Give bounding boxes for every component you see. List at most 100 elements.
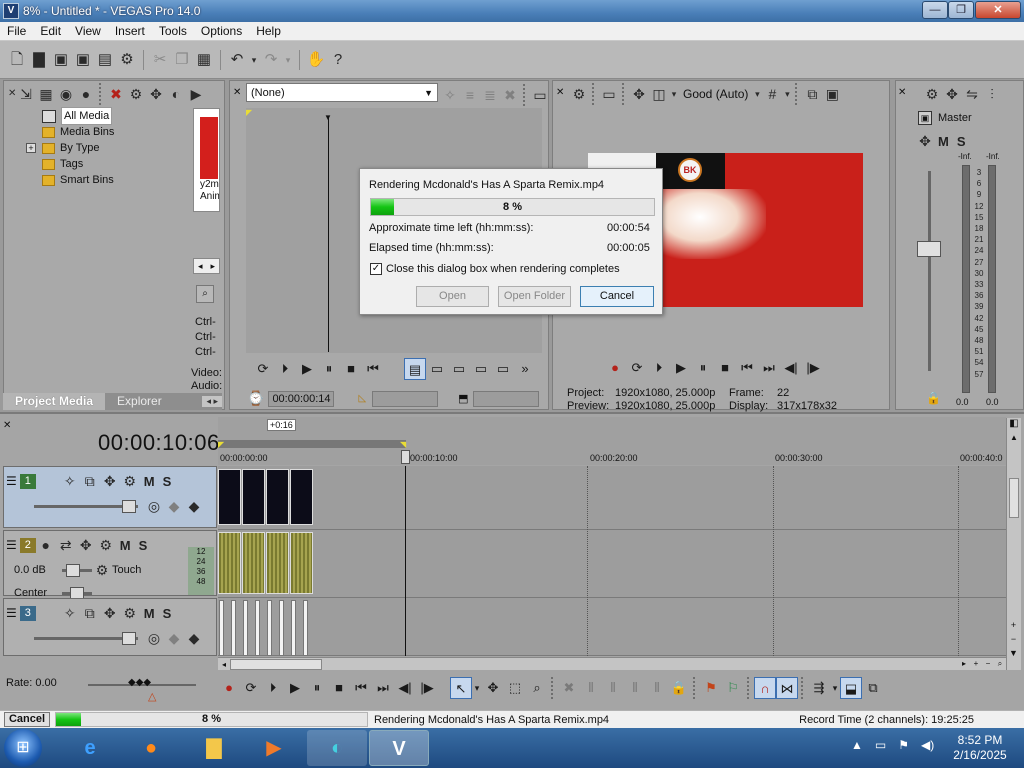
white-clip[interactable] [219,600,224,656]
tree-item-by-type[interactable]: + By Type [18,140,184,156]
import-media-icon[interactable]: ⇲ [16,83,36,105]
master-fader-track[interactable] [917,171,941,371]
zoom-tool-icon[interactable]: ⌕ [994,659,1006,669]
trimmer-overwrite-icon[interactable]: ▭ [470,358,492,380]
scroll-thumb[interactable] [1009,478,1019,518]
go-to-start-icon[interactable]: ⏮ [736,357,758,379]
trimmer-fx-icon[interactable]: ✧ [440,84,460,106]
menu-insert[interactable]: Insert [108,22,152,41]
scroll-down-icon[interactable]: ▼ [1007,646,1020,660]
web-media-icon[interactable]: ● [76,83,96,105]
menu-edit[interactable]: Edit [33,22,68,41]
insert-marker-icon[interactable]: ⚑ [700,677,722,699]
preview-properties-gear-icon[interactable]: ⚙ [569,83,589,105]
new-file-icon[interactable]: 🗋 [7,50,27,70]
slider-knob[interactable] [122,499,136,513]
fx-select[interactable]: (None) ▼ [246,83,438,102]
loop-icon[interactable]: ⟳ [240,677,262,699]
tree-item-media-bins[interactable]: Media Bins [18,124,184,140]
zoom-in-icon[interactable]: + [1007,618,1020,632]
trim-icon[interactable]: ⫴ [580,677,602,699]
video-clip[interactable] [290,469,313,525]
redo-dropdown-icon[interactable]: ▾ [283,50,293,70]
panel-close-icon[interactable]: ✕ [898,87,906,98]
track-expand-icon[interactable]: ☰ [6,538,17,552]
white-clip[interactable] [243,600,248,656]
master-fx-icon[interactable]: ✥ [942,83,962,105]
go-to-end-icon[interactable]: ⏭ [372,677,394,699]
trimmer-fit-icon[interactable]: ▭ [492,358,514,380]
track-solo-button[interactable]: S [139,538,148,553]
insert-region-icon[interactable]: ⚐ [722,677,744,699]
firefox-icon[interactable]: ● [121,730,181,766]
taskbar-app-icon[interactable]: ◐ [307,730,367,766]
paste-icon[interactable]: ▦ [194,50,214,70]
track-solo-button[interactable]: S [163,606,172,621]
track-mute-button[interactable]: M [144,606,155,621]
help-question-icon[interactable]: ? [328,50,348,70]
white-clip[interactable] [291,600,296,656]
menu-file[interactable]: File [0,22,33,41]
track-composite-mode-icon[interactable]: ◎ [144,495,164,517]
lock-envelopes-icon[interactable]: ⬓ [840,677,862,699]
track-expand-icon[interactable]: ☰ [6,606,17,620]
track-header-2[interactable]: ☰ 2 ● ⇄ ✥ ⚙ M S 0.0 dB ⚙ Touch Center 12… [3,530,217,600]
master-properties-gear-icon[interactable]: ⚙ [922,83,942,105]
expand-plus-icon[interactable]: + [26,143,36,153]
next-frame-icon[interactable]: |▶ [802,357,824,379]
trimmer-mode-icon[interactable]: ▤ [404,358,426,380]
split-icon[interactable]: ⫴ [646,677,668,699]
white-clip[interactable] [303,600,308,656]
audio-clip[interactable] [218,532,241,594]
menu-help[interactable]: Help [249,22,288,41]
go-to-start-icon[interactable]: ⏮ [362,358,384,380]
edit-tool-dropdown-icon[interactable]: ▾ [472,677,482,699]
whats-this-help-icon[interactable]: ✋ [306,50,326,70]
clock[interactable]: 8:52 PM 2/16/2025 [950,733,1010,763]
pause-icon[interactable]: ⏸ [318,358,340,380]
open-folder-button[interactable]: Open Folder [498,286,571,307]
media-fx-icon[interactable]: ✥ [146,83,166,105]
master-solo-button[interactable]: S [957,134,966,149]
loop-icon[interactable]: ⟳ [252,358,274,380]
media-properties-icon[interactable]: ⚙ [126,83,146,105]
trimmer-delete-icon[interactable]: ✖ [500,84,520,106]
envelope-tool-icon[interactable]: ✥ [482,677,504,699]
vertical-scrollbar[interactable]: ◧ ▲ + − ▼ [1006,418,1021,670]
undo-dropdown-icon[interactable]: ▾ [249,50,259,70]
play-icon[interactable]: ▶ [296,358,318,380]
ignore-grouping-icon[interactable]: ⧉ [862,677,884,699]
trimmer-add-icon[interactable]: ▭ [426,358,448,380]
track-fx-icon[interactable]: ✥ [100,602,120,624]
play-preview-icon[interactable]: ▶ [186,83,206,105]
scroll-left-icon[interactable]: ◂ [198,261,203,272]
video-fx-icon[interactable]: ✥ [629,83,649,105]
tab-explorer[interactable]: Explorer [105,393,174,410]
cancel-button[interactable]: Cancel [580,286,654,307]
zoom-edit-tool-icon[interactable]: ⌕ [526,677,548,699]
track-lanes[interactable] [218,466,1006,656]
more-icon[interactable]: » [514,358,536,380]
track-motion-icon[interactable]: ✧ [60,602,80,624]
save-snapshot-icon[interactable]: ▣ [822,83,842,105]
quality-dropdown-icon[interactable]: ▾ [752,83,762,105]
audio-clip[interactable] [266,532,289,594]
master-pan-icon[interactable]: ⇋ [962,83,982,105]
volume-slider[interactable] [62,563,92,577]
track-header-3[interactable]: ☰ 3 ✧ ⧉ ✥ ⚙ M S ◎ ◆ ◆ [3,598,217,656]
action-center-flag-icon[interactable]: ⚑ [898,738,909,752]
track-fx-icon[interactable]: ✥ [100,470,120,492]
track-child-icon[interactable]: ◆ [184,627,204,649]
status-cancel-button[interactable]: Cancel [4,712,50,727]
loop-start-marker-icon[interactable]: ◤ [218,440,224,449]
pan-slider[interactable] [62,586,92,600]
capture-video-icon[interactable]: ▦ [36,83,56,105]
track-parent-icon[interactable]: ◆ [164,495,184,517]
play-from-start-icon[interactable]: ⏵ [274,358,296,380]
media-player-icon[interactable]: ▶ [244,730,304,766]
tree-item-tags[interactable]: Tags [18,156,184,172]
auto-preview-icon[interactable]: ◐ [166,83,186,105]
zoom-marker-icon[interactable]: ◧ [1007,418,1021,433]
ripple-dropdown-icon[interactable]: ▾ [830,677,840,699]
play-icon[interactable]: ▶ [284,677,306,699]
